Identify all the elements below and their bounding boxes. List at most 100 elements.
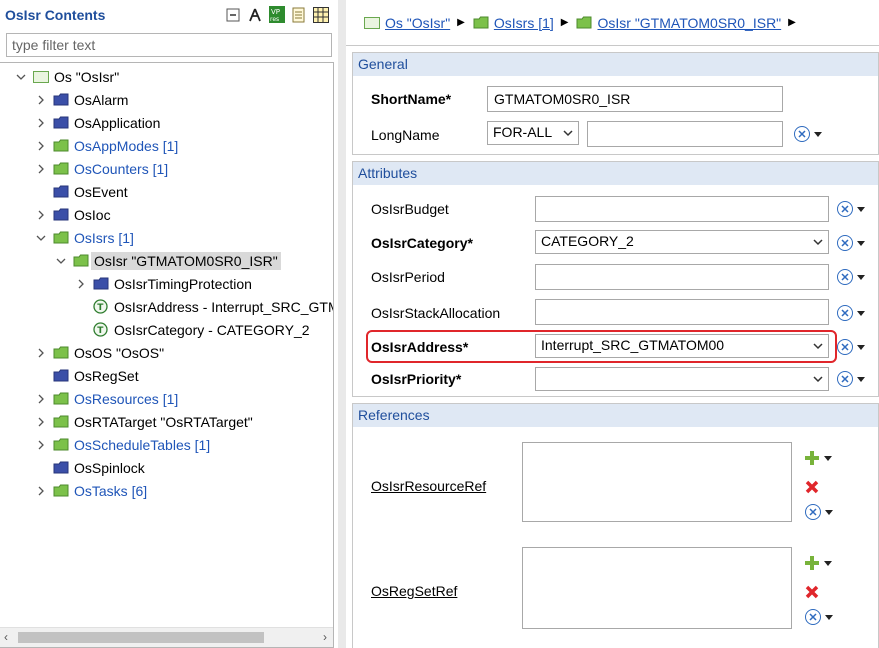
tree-item[interactable]: OsScheduleTables [1] [34, 433, 210, 456]
longname-language-select[interactable]: FOR-ALL [487, 121, 579, 145]
shortname-input[interactable] [487, 86, 783, 112]
breadcrumb-separator-icon: ▶ [457, 17, 465, 28]
tree-item[interactable]: OsCounters [1] [34, 157, 168, 180]
dropdown-arrow-icon [857, 240, 865, 246]
isr-stack-allocation-options-button[interactable] [837, 305, 865, 321]
regset-ref-list[interactable] [522, 547, 792, 629]
longname-options-button[interactable] [794, 126, 822, 142]
tree-item-label: OsIoc [74, 206, 111, 223]
delete-icon [805, 480, 819, 494]
isr-budget-input[interactable] [535, 196, 829, 222]
tree-item[interactable]: OsRTATarget "OsRTATarget" [34, 410, 253, 433]
general-section-header[interactable]: General [353, 53, 878, 76]
attributes-section-header[interactable]: Attributes [353, 162, 878, 185]
tree-item[interactable]: OsIoc [34, 203, 111, 226]
breadcrumb-item-osisr[interactable]: OsIsr "GTMATOM0SR0_ISR" [576, 15, 781, 31]
tree-item[interactable]: OsIsr "GTMATOM0SR0_ISR" [54, 249, 281, 272]
link-icon[interactable] [246, 6, 263, 23]
breadcrumb-item-os[interactable]: Os "OsIsr" [364, 15, 450, 31]
chevron-down-icon[interactable] [559, 123, 577, 143]
chevron-right-icon[interactable] [34, 394, 48, 404]
vp-res-icon[interactable]: VP res [268, 6, 285, 23]
isr-resource-ref-list[interactable] [522, 442, 792, 522]
isr-resource-ref-remove-button[interactable] [805, 480, 819, 497]
references-section-header[interactable]: References [353, 404, 878, 427]
tree-item[interactable]: OsSpinlock [34, 456, 145, 479]
tree-item[interactable]: OsResources [1] [34, 387, 178, 410]
chevron-right-icon[interactable] [34, 164, 48, 174]
tree-item[interactable]: OsAppModes [1] [34, 134, 178, 157]
dropdown-arrow-icon [825, 509, 833, 515]
chevron-right-icon[interactable] [34, 348, 48, 358]
chevron-right-icon[interactable] [34, 95, 48, 105]
tree-item[interactable]: OsTasks [6] [34, 479, 147, 502]
chevron-right-icon[interactable] [34, 118, 48, 128]
collapse-all-icon[interactable] [224, 6, 241, 23]
table-view-icon[interactable] [312, 6, 329, 23]
isr-period-input[interactable] [535, 264, 829, 290]
chevron-down-icon[interactable] [34, 234, 48, 242]
tree-item[interactable]: OsIsrs [1] [34, 226, 134, 249]
breadcrumb-item-osisrs[interactable]: OsIsrs [1] [473, 15, 554, 31]
regset-ref-add-button[interactable] [805, 556, 832, 570]
scroll-left-icon[interactable]: ‹ [4, 630, 8, 644]
dropdown-arrow-icon [857, 206, 865, 212]
horizontal-scrollbar[interactable]: ‹ › [0, 627, 333, 647]
tree-item[interactable]: T OsIsrAddress - Interrupt_SRC_GTMATOM00 [74, 295, 333, 318]
isr-period-options-button[interactable] [837, 269, 865, 285]
tree-item[interactable]: OsApplication [34, 111, 160, 134]
panel-divider[interactable] [338, 0, 346, 648]
dropdown-arrow-icon [824, 455, 832, 461]
isr-stack-allocation-input[interactable] [535, 299, 829, 325]
tree-item[interactable]: OsRegSet [34, 364, 139, 387]
scrollbar-thumb[interactable] [18, 632, 264, 643]
folder-green-icon [473, 16, 489, 29]
tree-item[interactable]: T OsIsrCategory - CATEGORY_2 [74, 318, 310, 341]
folder-green-icon [576, 16, 592, 29]
tree-item-label: OsEvent [74, 183, 128, 200]
isr-resource-ref-options-button[interactable] [805, 504, 833, 520]
folder-blue-icon [53, 369, 69, 383]
folder-green-icon [53, 162, 69, 176]
chevron-down-icon[interactable] [54, 257, 68, 265]
regset-ref-label[interactable]: OsRegSetRef [371, 583, 457, 599]
tree-item[interactable]: OsAlarm [34, 88, 128, 111]
delete-icon [805, 585, 819, 599]
document-icon[interactable] [290, 6, 307, 23]
isr-category-select[interactable]: CATEGORY_2 [535, 230, 829, 254]
chevron-right-icon[interactable] [34, 210, 48, 220]
tree-item[interactable]: OsOS "OsOS" [34, 341, 164, 364]
regset-ref-remove-button[interactable] [805, 585, 819, 602]
regset-ref-options-button[interactable] [805, 609, 833, 625]
isr-resource-ref-add-button[interactable] [805, 451, 832, 465]
chevron-down-icon[interactable] [809, 232, 827, 252]
chevron-right-icon[interactable] [34, 486, 48, 496]
scroll-right-icon[interactable]: › [323, 630, 327, 644]
longname-input[interactable] [587, 121, 783, 147]
isr-address-highlight [366, 330, 837, 363]
isr-category-options-button[interactable] [837, 235, 865, 251]
tree-item[interactable]: OsIsrTimingProtection [74, 272, 252, 295]
chevron-right-icon[interactable] [34, 141, 48, 151]
tree-item[interactable]: Os "OsIsr" [14, 65, 119, 88]
breadcrumb-more-icon[interactable]: ▶ [788, 17, 796, 28]
svg-text:T: T [97, 326, 104, 336]
chevron-right-icon[interactable] [74, 279, 88, 289]
folder-green-icon [53, 438, 69, 452]
longname-label: LongName [371, 127, 440, 143]
add-icon [805, 556, 819, 570]
chevron-right-icon[interactable] [34, 417, 48, 427]
isr-resource-ref-label[interactable]: OsIsrResourceRef [371, 478, 486, 494]
tree-item[interactable]: OsEvent [34, 180, 128, 203]
filter-input[interactable] [6, 33, 332, 57]
isr-budget-options-button[interactable] [837, 201, 865, 217]
dropdown-arrow-icon [857, 274, 865, 280]
chevron-right-icon[interactable] [34, 440, 48, 450]
isr-address-options-button[interactable] [837, 339, 865, 355]
tree-item-label: OsIsrCategory - CATEGORY_2 [114, 321, 310, 338]
chevron-down-icon[interactable] [809, 369, 827, 389]
isr-priority-options-button[interactable] [837, 371, 865, 387]
isr-priority-select[interactable] [535, 367, 829, 391]
contents-panel-title: OsIsr Contents [5, 7, 106, 23]
chevron-down-icon[interactable] [14, 73, 28, 81]
